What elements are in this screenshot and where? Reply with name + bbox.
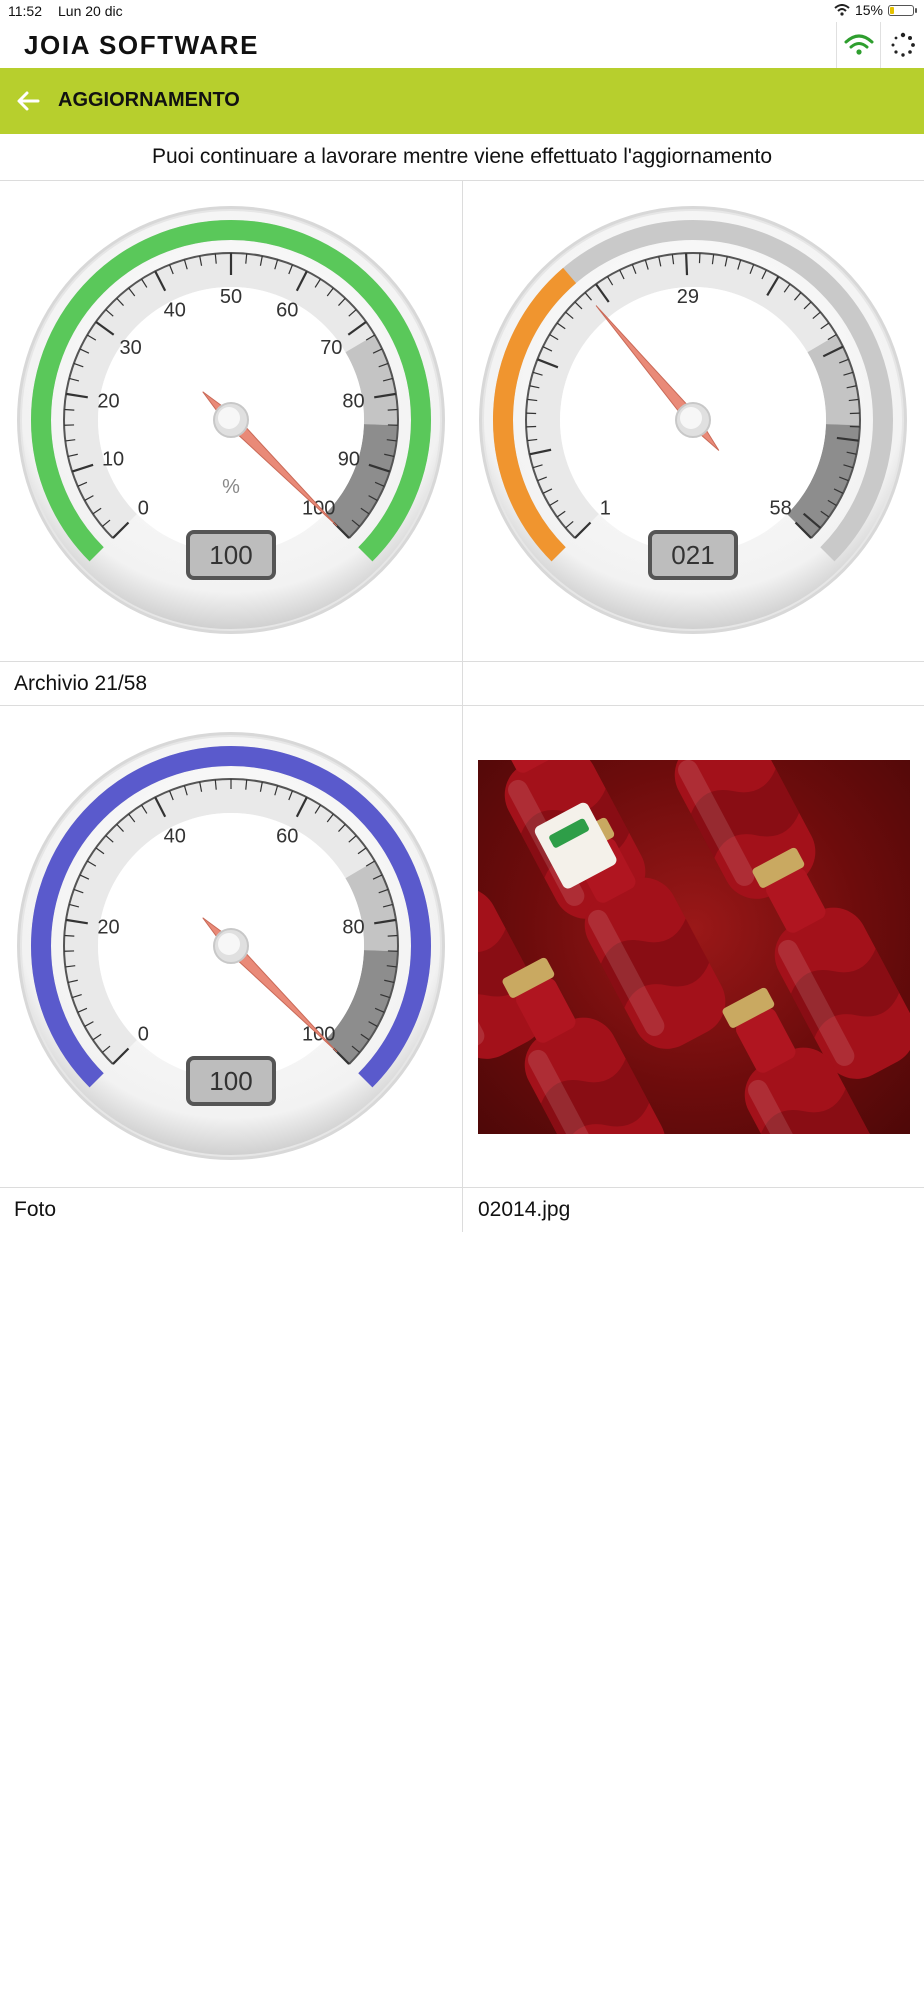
gauge-files: 1 29 58 021 <box>479 206 907 634</box>
gauge-progress: 0102030405060708090100%100 <box>17 206 445 634</box>
gauge-tick-label: 1 <box>600 498 611 520</box>
gauge-tick-label: 60 <box>276 300 298 322</box>
gauge-tick <box>64 408 75 411</box>
status-bar: 11:52 Lun 20 dic 15% <box>0 0 924 22</box>
app-header: JOIA SOFTWARE <box>0 22 924 68</box>
gauge-tick-label: 10 <box>102 448 124 470</box>
gauge-tick-label: 29 <box>677 286 699 308</box>
page-title: AGGIORNAMENTO <box>58 89 240 111</box>
status-indicators: 15% <box>834 2 917 18</box>
app-title: JOIA SOFTWARE <box>24 30 260 60</box>
toolbar: AGGIORNAMENTO <box>0 68 924 134</box>
gauge-hub-highlight <box>218 407 240 429</box>
bottles-image <box>478 760 910 1134</box>
gauge-readout-value: 021 <box>671 540 714 570</box>
wifi-icon <box>844 34 874 55</box>
gauge-tick-label: 50 <box>220 286 242 308</box>
gauge-tick-label: 20 <box>97 917 119 939</box>
product-photo <box>478 760 910 1134</box>
gauge-tick-label: 0 <box>138 498 149 520</box>
gauge-tick <box>64 934 75 937</box>
gauge-tick <box>387 408 398 411</box>
sync-button[interactable] <box>880 22 924 68</box>
wifi-button[interactable] <box>836 22 881 68</box>
gauge-tick <box>387 934 398 937</box>
gauge-readout-value: 100 <box>209 540 252 570</box>
gauge-tick-label: 40 <box>164 300 186 322</box>
gauge-tick-label: 40 <box>164 826 186 848</box>
gauge-readout-value: 100 <box>209 1066 252 1096</box>
wifi-status-icon <box>834 4 850 16</box>
gauge-tick-label: 70 <box>320 337 342 359</box>
gauge-tick-label: 60 <box>276 826 298 848</box>
arrow-left-icon <box>17 91 40 111</box>
battery-icon <box>888 4 917 16</box>
gauge-hub-highlight <box>218 933 240 955</box>
gauge-tick-label: 90 <box>338 448 360 470</box>
photo-label: Foto <box>14 1198 57 1221</box>
status-date: Lun 20 dic <box>58 3 123 19</box>
gauge-tick-label: 58 <box>770 498 792 520</box>
gauge-tick-label: 30 <box>120 337 142 359</box>
gauge-tick-label: 80 <box>342 391 364 413</box>
back-button[interactable] <box>8 81 48 121</box>
gauge-tick-label: 0 <box>138 1024 149 1046</box>
gauge-hub-highlight <box>680 407 702 429</box>
gauge-tick-label: 20 <box>97 391 119 413</box>
info-message: Puoi continuare a lavorare mentre viene … <box>0 134 924 181</box>
sync-spinner-icon <box>891 32 915 57</box>
battery-percent: 15% <box>854 2 883 18</box>
archive-progress-label: Archivio 21/58 <box>14 672 148 695</box>
gauge-unit-label: % <box>222 476 240 498</box>
photo-filename: 02014.jpg <box>478 1198 571 1221</box>
status-time: 11:52 <box>8 3 42 19</box>
gauge-photos: 020406080100100 <box>17 732 445 1160</box>
gauge-tick <box>684 253 689 276</box>
gauge-tick-label: 80 <box>342 917 364 939</box>
